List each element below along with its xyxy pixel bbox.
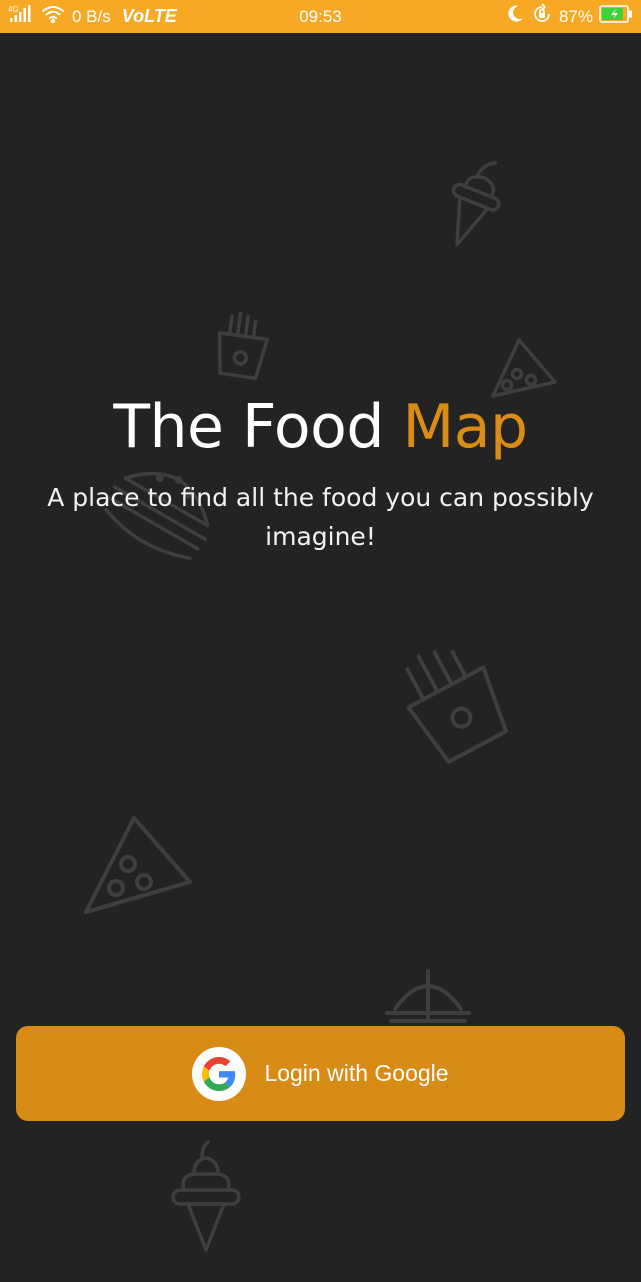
battery-icon	[599, 5, 633, 28]
fries-icon	[405, 650, 509, 764]
pizza-slice-icon	[84, 816, 192, 914]
app-title-accent: Map	[402, 392, 529, 462]
status-bar-right: 87%	[505, 0, 633, 33]
app-title: The Food Map	[0, 392, 641, 462]
login-button-label: Login with Google	[264, 1060, 449, 1086]
fries-icon	[217, 311, 269, 380]
cloche-icon	[385, 969, 471, 1023]
ice-cream-icon	[451, 161, 501, 247]
google-icon	[192, 1046, 247, 1101]
battery-percent: 87%	[558, 6, 593, 26]
ice-cream-icon	[171, 1140, 241, 1252]
login-with-google-button[interactable]: Login with Google	[16, 1026, 625, 1121]
lock-rotation-icon	[531, 3, 553, 30]
app-title-main: The Food	[113, 392, 384, 462]
moon-icon	[505, 4, 525, 29]
status-bar: 4G 0 B/s VoLTE 09:53 87%	[0, 0, 641, 33]
app-subtitle: A place to find all the food you can pos…	[47, 483, 594, 551]
